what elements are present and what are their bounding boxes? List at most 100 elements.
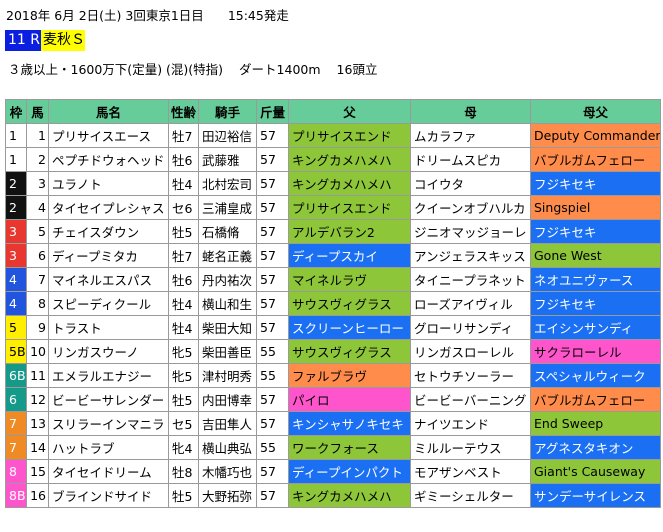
jockey-cell: 柴田善臣 [198,339,257,364]
entry-row: 2 4 タイセイプレシャス セ6 三浦皇成 57 プリサイスエンド クイーンオブハルカ Sing… [5,195,661,220]
jockey-cell: 内田博幸 [198,387,257,412]
weight-cell: 57 [256,267,289,292]
dam-cell: セトウチソーラー [410,363,531,388]
jockey-cell: 北村宏司 [198,171,257,196]
sire-cell: マイネルラヴ [288,267,411,292]
entry-row: 7 13 スリラーインマニラ セ5 吉田隼人 57 キンシャサノキセキ ナイツエンド End S… [5,411,661,436]
entry-row: 5 9 トラスト 牡4 柴田大知 57 スクリーンヒーロー グローリサンディ エイシンサンディ [5,315,661,340]
sire-cell: パイロ [288,387,411,412]
sex-age-cell: 牡4 [168,315,199,340]
damsire-cell: バブルガムフェロー [530,387,661,412]
sex-age-cell: 牡5 [168,219,199,244]
sire-cell: プリサイスエンド [288,123,411,148]
sex-age-cell: 牡4 [168,291,199,316]
horse-name-cell: マイネルエスパス [48,267,169,292]
dam-cell: アンジェラスキッス [410,243,531,268]
dam-cell: ビービーバーニング [410,387,531,412]
header-sire: 父 [288,99,411,124]
sire-cell: サウスヴィグラス [288,291,411,316]
sex-age-cell: 牡4 [168,171,199,196]
sire-cell: キンシャサノキセキ [288,411,411,436]
horse-number-cell: 3 [26,171,49,196]
horse-name-cell: タイセイドリーム [48,459,169,484]
damsire-cell: End Sweep [530,411,661,436]
sire-cell: ディープインパクト [288,459,411,484]
horse-name-cell: ハットラブ [48,435,169,460]
damsire-cell: ネオユニヴァース [530,267,661,292]
horse-name-cell: トラスト [48,315,169,340]
horse-name-cell: スリラーインマニラ [48,411,169,436]
jockey-cell: 蛯名正義 [198,243,257,268]
dam-cell: ドリームスピカ [410,147,531,172]
dam-cell: タイニープラネット [410,267,531,292]
gate-cell: 4 [5,291,27,316]
race-course: ダート1400m [239,62,321,77]
horse-number-cell: 1 [26,123,49,148]
horse-number-cell: 9 [26,315,49,340]
header-jockey: 騎手 [198,99,257,124]
horse-name-cell: プリサイスエース [48,123,169,148]
entry-row: 6 12 ビービーサレンダー 牡5 内田博幸 57 パイロ ビービーバーニング バブルガムフェロ… [5,387,661,412]
jockey-cell: 木幡巧也 [198,459,257,484]
horse-number-cell: 8 [26,291,49,316]
damsire-cell: エイシンサンディ [530,315,661,340]
gate-cell: 1 [5,147,27,172]
sire-cell: ワークフォース [288,435,411,460]
horse-name-cell: ペプチドウォヘッド [48,147,169,172]
horse-number-cell: 2 [26,147,49,172]
weight-cell: 57 [256,195,289,220]
header-horse-number: 馬 [26,99,49,124]
entry-row: 4 7 マイネルエスパス 牡6 丹内祐次 57 マイネルラヴ タイニープラネット ネオユニヴァー… [5,267,661,292]
horse-name-cell: ビービーサレンダー [48,387,169,412]
sire-cell: ファルブラヴ [288,363,411,388]
header-weight: 斤量 [256,99,289,124]
gate-cell: 1 [5,123,27,148]
sire-cell: キングカメハメハ [288,147,411,172]
weight-cell: 55 [256,363,289,388]
weight-cell: 57 [256,315,289,340]
race-date-line: 2018年 6月 2日(土) 3回東京1日目 15:45発走 [6,5,289,24]
gate-cell: 5 [5,315,27,340]
race-name-badge: 麦秋Ｓ [41,30,85,51]
horse-name-cell: スピーディクール [48,291,169,316]
gate-cell: 3 [5,219,27,244]
entry-row: 5B 10 リンガスウーノ 牝5 柴田善臣 55 サウスヴィグラス リンガスローレル サクラロー… [5,339,661,364]
header-sex-age: 性齢 [168,99,199,124]
horse-number-cell: 16 [26,483,49,508]
dam-cell: コイウタ [410,171,531,196]
damsire-cell: サンデーサイレンス [530,483,661,508]
race-conditions: ３歳以上・1600万下(定量) (混)(特指) [8,62,224,77]
gate-cell: 6B [5,363,27,388]
entry-row: 1 1 プリサイスエース 牡7 田辺裕信 57 プリサイスエンド ムカラファ Deputy Co… [5,123,661,148]
horse-name-cell: エメラルエナジー [48,363,169,388]
jockey-cell: 丹内祐次 [198,267,257,292]
race-conditions-line: ３歳以上・1600万下(定量) (混)(特指) ダート1400m 16頭立 [8,59,377,78]
dam-cell: ギミーシェルター [410,483,531,508]
weight-cell: 57 [256,123,289,148]
jockey-cell: 横山和生 [198,291,257,316]
jockey-cell: 津村明秀 [198,363,257,388]
sire-cell: ディープスカイ [288,243,411,268]
gate-cell: 8 [5,459,27,484]
damsire-cell: アグネスタキオン [530,435,661,460]
sex-age-cell: 牡5 [168,483,199,508]
dam-cell: ムカラファ [410,123,531,148]
weight-cell: 55 [256,435,289,460]
entries-table: 枠 馬 馬名 性齢 騎手 斤量 父 母 母父 1 1 プリサイスエース 牡7 田辺裕信 5… [5,99,661,508]
jockey-cell: 柴田大知 [198,315,257,340]
entry-row: 8B 16 ブラインドサイド 牡5 大野拓弥 57 キングカメハメハ ギミーシェルター サンデー… [5,483,661,508]
start-time: 15:45発走 [227,8,289,23]
damsire-cell: Gone West [530,243,661,268]
damsire-cell: Giant's Causeway [530,459,661,484]
damsire-cell: サクラローレル [530,339,661,364]
jockey-cell: 田辺裕信 [198,123,257,148]
gate-cell: 6 [5,387,27,412]
sex-age-cell: 牝5 [168,339,199,364]
jockey-cell: 横山典弘 [198,435,257,460]
horse-name-cell: ユラノト [48,171,169,196]
dam-cell: モアザンベスト [410,459,531,484]
gate-cell: 7 [5,411,27,436]
sex-age-cell: セ6 [168,195,199,220]
sex-age-cell: 牝5 [168,363,199,388]
entry-row: 2 3 ユラノト 牡4 北村宏司 57 キングカメハメハ コイウタ フジキセキ [5,171,661,196]
